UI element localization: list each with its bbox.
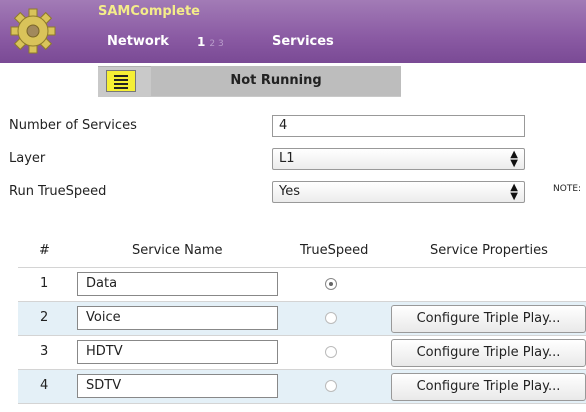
truespeed-radio[interactable] (325, 346, 337, 358)
col-header-truespeed: TrueSpeed (300, 243, 369, 258)
row-number: 1 (40, 276, 49, 291)
select-arrows-icon: ▲ ▼ (510, 149, 518, 169)
notes-icon-line (114, 83, 128, 85)
notes-icon (114, 75, 128, 77)
app-title: SAMComplete (98, 4, 200, 19)
table-row: 1 Data (18, 268, 586, 301)
layer-value: L1 (279, 151, 295, 166)
col-header-service-properties: Service Properties (430, 243, 548, 258)
configure-triple-play-button[interactable]: Configure Triple Play... (391, 373, 586, 401)
notes-icon-line (114, 87, 128, 89)
table-row: 3 HDTV Configure Triple Play... (18, 336, 586, 369)
nav-network[interactable]: Network (107, 34, 169, 49)
layer-label: Layer (9, 151, 46, 166)
num-services-input[interactable]: 4 (272, 115, 525, 137)
truespeed-select[interactable]: Yes ▲ ▼ (272, 181, 525, 203)
truespeed-radio[interactable] (325, 380, 337, 392)
table-divider (18, 403, 586, 404)
truespeed-radio[interactable] (325, 312, 337, 324)
notes-icon-line (114, 79, 128, 81)
gear-icon[interactable] (8, 6, 58, 56)
table-row: 4 SDTV Configure Triple Play... (18, 370, 586, 403)
truespeed-label: Run TrueSpeed (9, 184, 107, 199)
row-number: 3 (40, 344, 49, 359)
step-indicator: 1 2 3 (197, 35, 224, 49)
service-name-input[interactable]: Voice (77, 306, 278, 330)
col-header-service-name: Service Name (132, 243, 223, 258)
num-services-label: Number of Services (9, 118, 137, 133)
configure-triple-play-button[interactable]: Configure Triple Play... (391, 305, 586, 333)
app-header (0, 0, 586, 63)
service-name-input[interactable]: SDTV (77, 374, 278, 398)
col-header-number: # (39, 243, 50, 258)
steps-other[interactable]: 2 3 (209, 39, 223, 49)
note-label: NOTE: (553, 184, 582, 194)
run-status: Not Running (151, 66, 401, 96)
row-number: 2 (40, 310, 49, 325)
table-row: 2 Voice Configure Triple Play... (18, 302, 586, 335)
notes-button[interactable] (106, 70, 136, 92)
step-current[interactable]: 1 (197, 35, 205, 49)
service-name-input[interactable]: Data (77, 272, 278, 296)
nav-services[interactable]: Services (272, 34, 334, 49)
layer-select[interactable]: L1 ▲ ▼ (272, 148, 525, 170)
truespeed-radio[interactable] (325, 278, 337, 290)
row-number: 4 (40, 378, 49, 393)
truespeed-value: Yes (279, 184, 300, 199)
service-name-input[interactable]: HDTV (77, 340, 278, 364)
select-arrows-icon: ▲ ▼ (510, 182, 518, 202)
configure-triple-play-button[interactable]: Configure Triple Play... (391, 339, 586, 367)
